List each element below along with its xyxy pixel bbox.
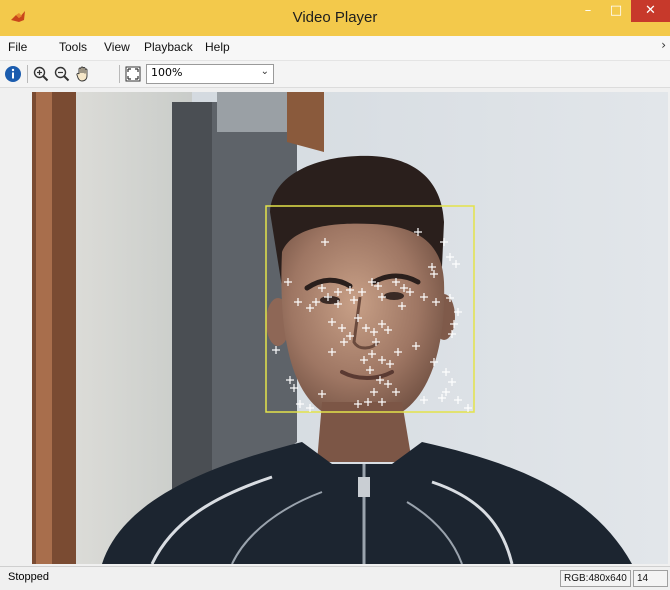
maximize-icon: □ bbox=[609, 3, 623, 18]
minimize-button[interactable]: – bbox=[575, 0, 601, 22]
menu-playback[interactable]: Playback bbox=[144, 40, 193, 54]
info-icon[interactable] bbox=[4, 65, 22, 83]
status-text: Stopped bbox=[8, 571, 49, 583]
status-bar: Stopped RGB:480x640 14 bbox=[0, 566, 670, 590]
zoom-value: 100% bbox=[151, 66, 183, 79]
minimize-icon: – bbox=[584, 3, 592, 18]
zoom-in-icon[interactable] bbox=[32, 65, 50, 83]
frame-number: 14 bbox=[633, 570, 668, 587]
menu-view[interactable]: View bbox=[104, 40, 130, 54]
toolbar-separator bbox=[119, 65, 120, 83]
close-button[interactable]: ✕ bbox=[631, 0, 670, 22]
zoom-out-icon[interactable] bbox=[53, 65, 71, 83]
menu-help[interactable]: Help bbox=[205, 40, 230, 54]
video-frame[interactable] bbox=[32, 92, 668, 564]
video-display-area bbox=[0, 88, 670, 566]
menu-file[interactable]: File bbox=[8, 40, 27, 54]
close-icon: ✕ bbox=[645, 3, 656, 18]
maximize-button[interactable]: □ bbox=[603, 0, 629, 22]
fit-to-window-icon[interactable] bbox=[124, 65, 142, 83]
toolbar-separator bbox=[27, 65, 28, 83]
zoom-select[interactable]: 100% ⌄ bbox=[146, 64, 274, 84]
title-bar[interactable]: Video Player – □ ✕ bbox=[0, 0, 670, 36]
menu-overflow-icon[interactable]: › bbox=[661, 38, 666, 52]
color-info: RGB:480x640 bbox=[560, 570, 631, 587]
menu-bar: File Tools View Playback Help › bbox=[0, 36, 670, 61]
toolbar: 100% ⌄ bbox=[0, 61, 670, 88]
window-title: Video Player bbox=[292, 9, 378, 26]
menu-tools[interactable]: Tools bbox=[59, 40, 87, 54]
chevron-down-icon: ⌄ bbox=[260, 66, 269, 77]
pan-hand-icon[interactable] bbox=[74, 65, 92, 83]
video-player-window: Video Player – □ ✕ File Tools View Playb… bbox=[0, 0, 670, 590]
